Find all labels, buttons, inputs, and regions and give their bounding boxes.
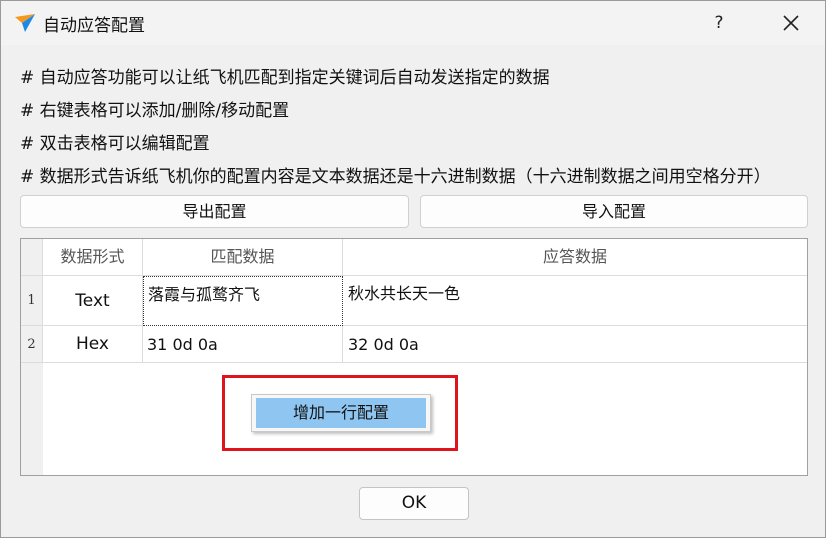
close-button[interactable] bbox=[773, 7, 809, 39]
context-menu: 增加一行配置 bbox=[251, 394, 431, 432]
row-number[interactable]: 2 bbox=[21, 326, 43, 363]
close-icon bbox=[783, 15, 799, 31]
window-title: 自动应答配置 bbox=[43, 16, 145, 36]
help-button[interactable]: ? bbox=[701, 7, 737, 39]
export-config-button[interactable]: 导出配置 bbox=[20, 195, 409, 228]
add-row-menu-item[interactable]: 增加一行配置 bbox=[256, 398, 426, 428]
table-cell-format[interactable]: Text bbox=[43, 276, 143, 326]
ok-button[interactable]: OK bbox=[359, 487, 469, 520]
description-line-4: # 数据形式告诉纸飞机你的配置内容是文本数据还是十六进制数据（十六进制数据之间用… bbox=[20, 167, 771, 187]
table-corner bbox=[21, 239, 43, 276]
table-cell-reply[interactable]: 秋水共长天一色 bbox=[343, 276, 807, 326]
table-cell-match[interactable]: 31 0d 0a bbox=[143, 326, 343, 363]
table-cell-reply[interactable]: 32 0d 0a bbox=[343, 326, 807, 363]
header-reply[interactable]: 应答数据 bbox=[343, 239, 807, 276]
header-format[interactable]: 数据形式 bbox=[43, 239, 143, 276]
table-cell-format[interactable]: Hex bbox=[43, 326, 143, 363]
auto-reply-dialog: 自动应答配置 ? # 自动应答功能可以让纸飞机匹配到指定关键词后自动发送指定的数… bbox=[0, 0, 826, 538]
import-config-button[interactable]: 导入配置 bbox=[420, 195, 808, 228]
description-line-3: # 双击表格可以编辑配置 bbox=[20, 134, 210, 154]
row-number[interactable]: 1 bbox=[21, 276, 43, 326]
paper-plane-icon bbox=[14, 13, 36, 33]
header-match[interactable]: 匹配数据 bbox=[143, 239, 343, 276]
description-line-2: # 右键表格可以添加/删除/移动配置 bbox=[20, 101, 290, 121]
title-bar: 自动应答配置 ? bbox=[1, 1, 825, 45]
table-cell-match[interactable]: 落霞与孤鹜齐飞 bbox=[143, 276, 343, 326]
description-line-1: # 自动应答功能可以让纸飞机匹配到指定关键词后自动发送指定的数据 bbox=[20, 68, 550, 88]
